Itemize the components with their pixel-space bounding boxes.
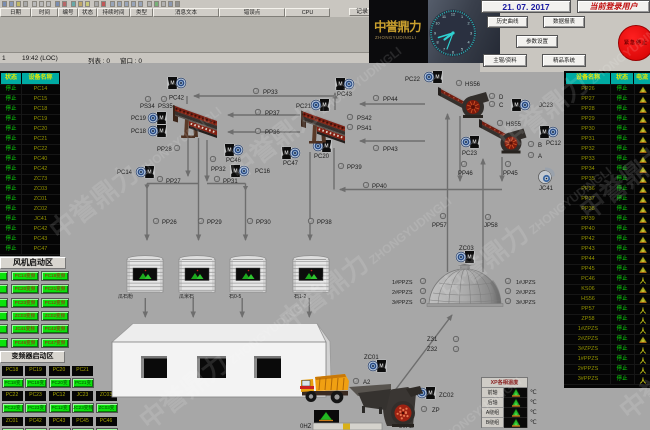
svg-text:PP31: PP31 (223, 179, 238, 185)
svg-text:JC23: JC23 (539, 103, 554, 109)
svg-text:M: M (379, 364, 383, 370)
svg-text:M: M (147, 170, 151, 176)
svg-text:PC22: PC22 (405, 77, 421, 83)
svg-text:PP57: PP57 (432, 223, 447, 229)
svg-text:PP43: PP43 (383, 147, 398, 153)
svg-text:3#JPZS: 3#JPZS (516, 300, 536, 306)
svg-text:PC42: PC42 (169, 96, 185, 102)
svg-text:PC18: PC18 (131, 129, 147, 135)
svg-text:Z32: Z32 (427, 347, 438, 353)
svg-text:PC20: PC20 (314, 154, 330, 160)
svg-text:M: M (159, 129, 163, 135)
svg-text:1#JPZS: 1#JPZS (516, 280, 536, 286)
svg-text:PP46: PP46 (458, 171, 473, 177)
svg-text:石1-2: 石1-2 (294, 294, 306, 300)
svg-text:PP32: PP32 (211, 167, 226, 173)
svg-text:M: M (322, 103, 326, 109)
svg-text:ZP: ZP (432, 408, 440, 414)
svg-text:M: M (435, 75, 439, 81)
svg-text:PC23: PC23 (462, 151, 478, 157)
svg-text:HS55: HS55 (506, 122, 522, 128)
svg-text:2#JPZS: 2#JPZS (516, 290, 536, 296)
svg-text:PS42: PS42 (357, 116, 372, 122)
svg-text:HS56: HS56 (465, 82, 481, 88)
svg-text:PC43: PC43 (337, 92, 353, 98)
svg-text:JP58: JP58 (484, 223, 498, 229)
svg-text:2#PPZS: 2#PPZS (392, 290, 413, 296)
svg-text:M: M (338, 82, 342, 88)
svg-text:PP39: PP39 (347, 165, 362, 171)
svg-text:D: D (499, 95, 504, 101)
svg-text:PC12: PC12 (546, 141, 562, 147)
svg-text:M: M (233, 169, 237, 175)
svg-text:A2: A2 (363, 380, 371, 386)
svg-text:PP40: PP40 (372, 184, 387, 190)
svg-text:瓜石粉: 瓜石粉 (118, 293, 133, 300)
svg-text:PP36: PP36 (265, 130, 280, 136)
svg-text:PP30: PP30 (256, 220, 271, 226)
svg-text:M: M (467, 255, 471, 261)
svg-text:M: M (428, 391, 432, 397)
svg-text:M: M (514, 103, 518, 109)
svg-text:PC21: PC21 (296, 104, 312, 110)
svg-text:PC47: PC47 (283, 161, 299, 167)
svg-text:瓜米石: 瓜米石 (179, 293, 194, 300)
svg-text:M: M (170, 81, 174, 87)
svg-text:ZC02: ZC02 (439, 393, 454, 399)
svg-text:M: M (159, 116, 163, 122)
svg-text:PP38: PP38 (317, 220, 332, 226)
svg-text:M: M (227, 148, 231, 154)
svg-text:PC46: PC46 (226, 158, 242, 164)
svg-text:Z31: Z31 (427, 337, 438, 343)
svg-text:PP27: PP27 (166, 179, 181, 185)
svg-text:JC41: JC41 (539, 186, 554, 192)
svg-text:PP45: PP45 (503, 171, 518, 177)
svg-text:PP29: PP29 (207, 220, 222, 226)
svg-text:ZC03: ZC03 (459, 246, 474, 252)
svg-text:3#PPZS: 3#PPZS (392, 300, 413, 306)
svg-text:PC16: PC16 (255, 169, 271, 175)
svg-text:0HZ: 0HZ (300, 424, 312, 430)
svg-text:PP44: PP44 (383, 97, 398, 103)
svg-text:B: B (538, 143, 542, 149)
svg-text:PP26: PP26 (162, 220, 177, 226)
svg-text:PS34: PS34 (140, 104, 155, 110)
svg-text:M: M (324, 144, 328, 150)
svg-text:C: C (499, 103, 504, 109)
svg-text:PP37: PP37 (265, 111, 280, 117)
svg-text:PP28: PP28 (157, 147, 172, 153)
svg-text:石0-5: 石0-5 (229, 294, 241, 300)
svg-text:M: M (284, 151, 288, 157)
svg-text:M: M (542, 130, 546, 136)
svg-text:PC14: PC14 (117, 170, 133, 176)
svg-text:M: M (472, 140, 476, 146)
svg-text:1#PPZS: 1#PPZS (392, 280, 413, 286)
svg-text:ZC01: ZC01 (364, 355, 379, 361)
svg-text:A: A (538, 154, 542, 160)
svg-text:PC19: PC19 (131, 116, 147, 122)
svg-text:PS41: PS41 (357, 126, 372, 132)
svg-text:PS35: PS35 (158, 104, 173, 110)
svg-text:PP33: PP33 (263, 90, 278, 96)
